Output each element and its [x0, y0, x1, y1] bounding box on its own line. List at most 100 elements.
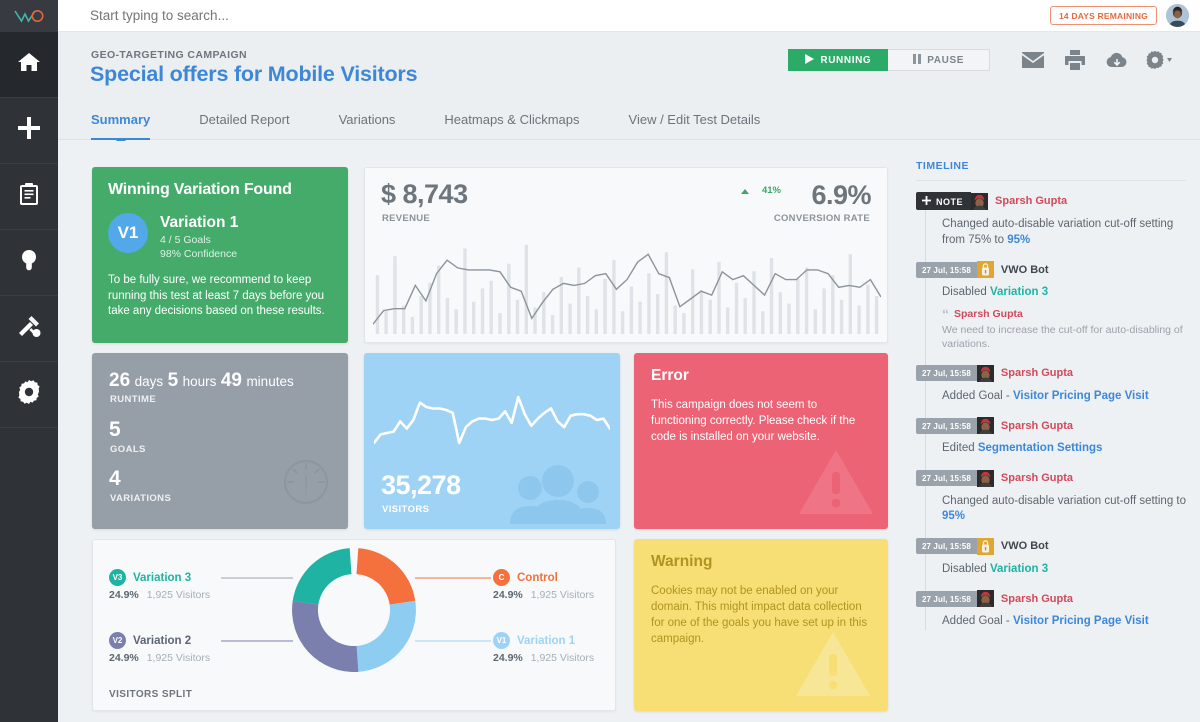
tools-icon: [17, 314, 41, 343]
timeline-author: Sparsh Gupta: [1000, 367, 1074, 379]
note-label: NOTE: [936, 196, 964, 207]
run-pause-toggle: RUNNING PAUSE: [788, 49, 990, 71]
timeline-body-text: Edited: [942, 442, 978, 454]
timeline-item-header: NOTE Sparsh Gupta: [916, 192, 1186, 210]
tab-detailed-report[interactable]: Detailed Report: [199, 112, 289, 139]
timeline-item[interactable]: 27 Jul, 15:58 Sparsh Gupta Changed auto-di…: [916, 469, 1186, 525]
legend-stats: 24.9% 1,925 Visitors: [493, 652, 594, 664]
timeline-timestamp: 27 Jul, 15:58: [916, 261, 977, 278]
timeline-item[interactable]: 27 Jul, 15:58 Sparsh Gupta Edited Segmenta…: [916, 417, 1186, 457]
error-title: Error: [651, 367, 689, 384]
gear-caret-icon[interactable]: [1138, 50, 1180, 70]
running-button[interactable]: RUNNING: [788, 49, 889, 71]
conversion-rate-value: 6.9%: [811, 180, 871, 210]
visitors-sparkline: [374, 395, 610, 445]
tab-summary[interactable]: Summary: [91, 112, 151, 146]
print-icon[interactable]: [1054, 50, 1096, 70]
timeline-item-header: 27 Jul, 15:58 Sparsh Gupta: [916, 590, 1186, 607]
sparsh-avatar: [976, 364, 994, 382]
people-icon: [504, 462, 608, 529]
conversion-delta: 41%: [761, 185, 781, 196]
legend-badge: C: [493, 569, 510, 586]
sidebar-item-tools[interactable]: [0, 296, 58, 362]
legend-name: Variation 1: [517, 634, 576, 647]
note-badge: NOTE: [916, 192, 972, 210]
timeline-link[interactable]: 95%: [942, 510, 965, 522]
pause-button[interactable]: PAUSE: [888, 49, 990, 71]
warning-card: Warning Cookies may not be enabled on yo…: [634, 539, 888, 711]
timeline-item[interactable]: 27 Jul, 15:58 Sparsh Gupta Added Goal - Vi…: [916, 364, 1186, 405]
visitors-card: 35,278 VISITORS: [364, 353, 620, 529]
legend-variation-1[interactable]: V1 Variation 1 24.9% 1,925 Visitors: [493, 632, 594, 664]
sidebar-item-settings[interactable]: [0, 362, 58, 428]
runtime-minutes-word: minutes: [246, 374, 294, 389]
timeline-item[interactable]: 27 Jul, 15:58 Sparsh Gupta Added Goal - Vi…: [916, 590, 1186, 630]
winner-goals: 4 / 5 Goals: [160, 234, 211, 246]
timeline-author: Sparsh Gupta: [1000, 419, 1074, 432]
timeline-body-text: Added Goal -: [942, 389, 1013, 402]
sparsh-avatar: [971, 192, 989, 210]
timeline-link[interactable]: Variation 3: [990, 563, 1048, 575]
visitors-split-donut: [221, 548, 491, 672]
sidebar-item-create[interactable]: [0, 98, 58, 164]
legend-variation-2[interactable]: V2 Variation 2 24.9% 1,925 Visitors: [109, 632, 210, 664]
runtime-label: RUNTIME: [110, 394, 157, 405]
timeline-timestamp: 27 Jul, 15:58: [916, 590, 977, 607]
campaign-type-label: GEO-TARGETING CAMPAIGN: [91, 49, 247, 61]
legend-stats: 24.9% 1,925 Visitors: [493, 589, 594, 601]
timeline-body-text: Added Goal -: [942, 615, 1013, 627]
avatar[interactable]: [1166, 4, 1189, 27]
delta-up-arrow-icon: [741, 189, 749, 194]
legend-control[interactable]: C Control 24.9% 1,925 Visitors: [493, 569, 594, 601]
legend-pct: 24.9%: [109, 652, 139, 664]
vwo-logo[interactable]: [0, 0, 58, 32]
timeline-link[interactable]: Visitor Pricing Page Visit: [1013, 390, 1149, 402]
legend-head: V2 Variation 2: [109, 632, 210, 649]
sparsh-avatar: [976, 590, 994, 607]
tab-label: Detailed Report: [199, 112, 290, 127]
timeline-link[interactable]: Visitor Pricing Page Visit: [1013, 615, 1149, 627]
search-input[interactable]: [90, 8, 690, 23]
timeline-quote: “ Sparsh Gupta We need to increase the cut…: [942, 305, 1186, 352]
sidebar-item-home[interactable]: [0, 32, 58, 98]
tab-view-edit-test-details[interactable]: View / Edit Test Details: [629, 112, 761, 139]
top-search-bar: 14 DAYS REMAINING: [58, 0, 1200, 32]
timeline-item-header: 27 Jul, 15:58 Sparsh Gupta: [916, 364, 1186, 382]
timeline-link[interactable]: Segmentation Settings: [978, 442, 1103, 454]
timeline-body: Changed auto-disable variation cut-off s…: [942, 217, 1186, 248]
mail-icon[interactable]: [1012, 50, 1054, 70]
winning-variation-card: Winning Variation Found V1 Variation 1 4…: [92, 167, 348, 343]
runtime-minutes: 49: [220, 370, 242, 391]
cloud-download-icon[interactable]: [1096, 50, 1138, 70]
timeline-item[interactable]: 27 Jul, 15:58 VWO Bot Disabled Variation 3: [916, 537, 1186, 578]
bot-avatar: [976, 261, 994, 278]
timeline-timestamp: 27 Jul, 15:58: [916, 417, 977, 434]
timeline-body: Added Goal - Visitor Pricing Page Visit: [942, 389, 1186, 405]
sidebar-item-reports[interactable]: [0, 164, 58, 230]
runtime-hours: 5: [167, 370, 179, 391]
tab-label: Heatmaps & Clickmaps: [444, 112, 580, 127]
winner-confidence: 98% Confidence: [160, 248, 238, 260]
sidebar-item-ideas[interactable]: [0, 230, 58, 296]
legend-pct: 24.9%: [493, 589, 523, 601]
timeline-item[interactable]: 27 Jul, 15:58 VWO Bot Disabled Variation 3…: [916, 261, 1186, 352]
timeline-author: Sparsh Gupta: [995, 195, 1068, 207]
main-content: Winning Variation Found V1 Variation 1 4…: [58, 141, 1200, 722]
timeline-link[interactable]: 95%: [1007, 234, 1030, 246]
error-message: This campaign does not seem to functioni…: [651, 399, 856, 443]
timeline-body-text: Disabled: [942, 286, 990, 298]
timeline-item-header: 27 Jul, 15:58 Sparsh Gupta: [916, 469, 1186, 487]
tab-heatmaps-clickmaps[interactable]: Heatmaps & Clickmaps: [444, 112, 579, 139]
tab-variations[interactable]: Variations: [339, 112, 396, 139]
visitors-split-caption: VISITORS SPLIT: [109, 689, 193, 700]
days-remaining-badge[interactable]: 14 DAYS REMAINING: [1049, 6, 1157, 25]
legend-name: Variation 3: [133, 571, 192, 584]
timeline-item[interactable]: NOTE Sparsh Gupta Changed auto-disable var…: [916, 192, 1186, 248]
legend-variation-3[interactable]: V3 Variation 3 24.9% 1,925 Visitors: [109, 569, 210, 601]
legend-head: C Control: [493, 569, 594, 586]
left-nav-rail: [0, 0, 58, 722]
timeline-link[interactable]: Variation 3: [990, 286, 1048, 298]
variation-badge: V1: [108, 213, 148, 253]
timeline-body-text: Disabled: [942, 562, 990, 575]
quote-icon: “: [942, 305, 949, 322]
